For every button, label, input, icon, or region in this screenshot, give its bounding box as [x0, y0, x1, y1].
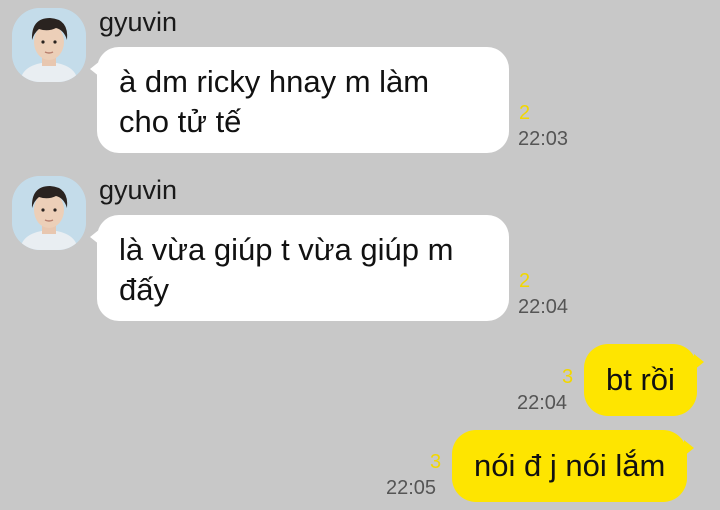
- unread-count: 3: [562, 366, 574, 388]
- unread-count: 3: [430, 451, 442, 473]
- sender-name: gyuvin: [99, 175, 178, 205]
- message-timestamp: 22:03: [518, 128, 569, 150]
- sender-avatar-icon[interactable]: [12, 8, 86, 82]
- message-text-line: là vừa giúp t vừa giúp m: [119, 232, 454, 267]
- message-text-line: cho tử tế: [119, 104, 242, 139]
- message-bubble-incoming[interactable]: là vừa giúp t vừa giúp m đấy: [90, 215, 509, 321]
- message-bubble-outgoing[interactable]: nói đ j nói lắm: [452, 430, 695, 502]
- message-text-line: đấy: [119, 272, 169, 307]
- message-bubble-outgoing[interactable]: bt rồi: [584, 344, 704, 416]
- message-timestamp: 22:04: [518, 296, 569, 318]
- message-text: nói đ j nói lắm: [474, 448, 666, 483]
- message-timestamp: 22:04: [517, 392, 568, 414]
- message-text-line: à dm ricky hnay m làm: [119, 64, 430, 99]
- sender-name: gyuvin: [99, 7, 178, 37]
- message-bubble-incoming[interactable]: à dm ricky hnay m làm cho tử tế: [90, 47, 509, 153]
- unread-count: 2: [519, 270, 531, 292]
- message-timestamp: 22:05: [386, 477, 437, 499]
- unread-count: 2: [519, 102, 531, 124]
- message-text: bt rồi: [606, 362, 675, 397]
- sender-avatar-icon[interactable]: [12, 176, 86, 250]
